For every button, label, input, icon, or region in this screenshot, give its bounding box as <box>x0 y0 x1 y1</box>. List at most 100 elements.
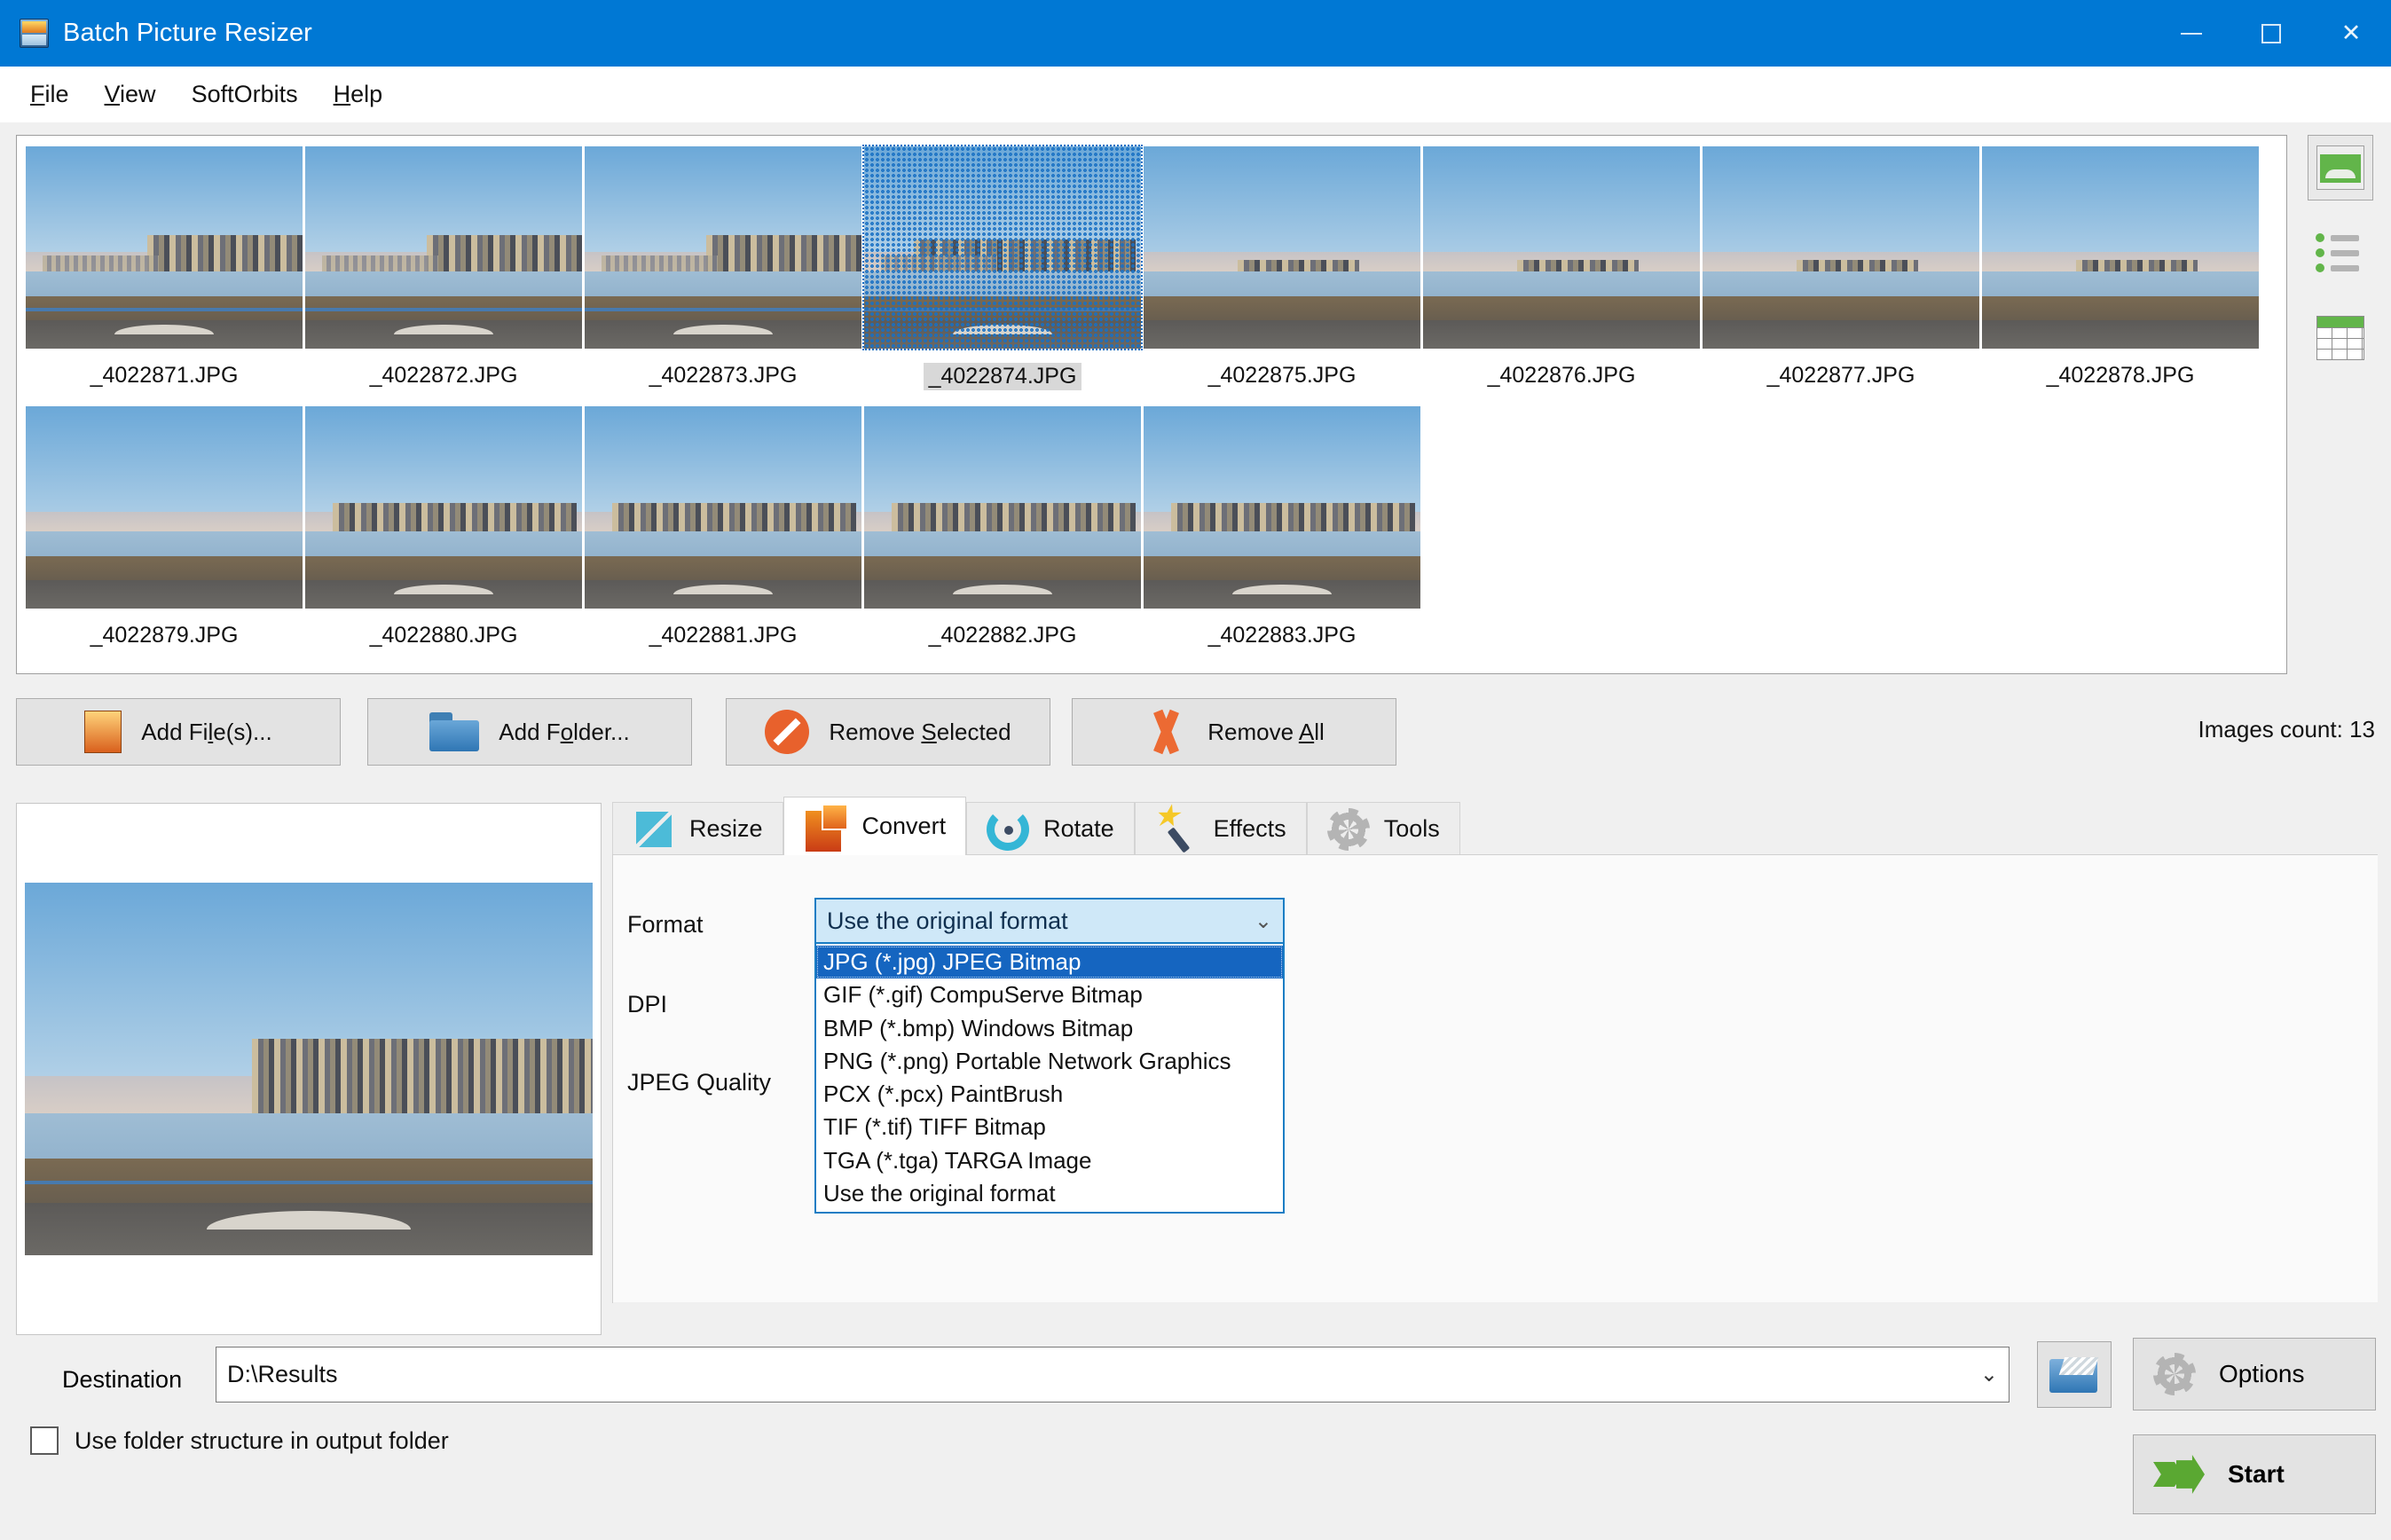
thumbnail-item[interactable]: _4022877.JPG <box>1703 146 1979 390</box>
dpi-label: DPI <box>627 991 668 1018</box>
menu-item-file[interactable]: File <box>12 75 87 114</box>
thumbnail-label: _4022872.JPG <box>369 363 518 388</box>
menu-bar: File View SoftOrbits Help <box>0 67 2391 122</box>
details-view-icon <box>2316 316 2364 360</box>
thumbnail-list-panel[interactable]: _4022871.JPG _4022872.JPG _4022873.JPG _… <box>16 135 2287 674</box>
tab-tools-label: Tools <box>1383 815 1440 842</box>
close-button[interactable]: ✕ <box>2311 0 2391 67</box>
thumbnail-item-selected[interactable]: _4022874.JPG <box>862 145 1143 390</box>
maximize-icon <box>2261 23 2281 43</box>
thumbnail-image <box>26 146 303 349</box>
cross-icon <box>1144 710 1188 754</box>
use-folder-structure-label: Use folder structure in output folder <box>75 1426 449 1454</box>
menu-item-view[interactable]: View <box>87 75 174 114</box>
thumbnail-label: _4022882.JPG <box>928 623 1077 648</box>
tab-rotate-label: Rotate <box>1043 815 1114 842</box>
thumbnail-item[interactable]: _4022875.JPG <box>1144 146 1420 390</box>
start-button[interactable]: Start <box>2133 1434 2376 1514</box>
thumbnail-item[interactable]: _4022883.JPG <box>1144 406 1420 648</box>
destination-label: Destination <box>62 1366 183 1393</box>
minimize-button[interactable] <box>2151 0 2231 67</box>
tab-convert[interactable]: Convert <box>783 797 967 855</box>
resize-icon <box>633 808 675 851</box>
dropdown-option-tga[interactable]: TGA (*.tga) TARGA Image <box>816 1144 1283 1177</box>
dropdown-option-bmp[interactable]: BMP (*.bmp) Windows Bitmap <box>816 1012 1283 1045</box>
thumbnail-item[interactable]: _4022879.JPG <box>26 406 303 648</box>
thumbnail-label: _4022877.JPG <box>1766 363 1915 388</box>
add-files-label: Add File(s)... <box>141 718 272 745</box>
view-mode-thumbnail-button[interactable] <box>2308 135 2373 200</box>
options-button[interactable]: Options <box>2133 1338 2376 1410</box>
file-action-buttons: Add File(s)... Add Folder... Remove Sele… <box>16 698 2376 766</box>
use-folder-structure-checkbox-row[interactable]: Use folder structure in output folder <box>30 1426 449 1455</box>
images-count-label: Images count: 13 <box>2198 716 2375 742</box>
thumbnail-item[interactable]: _4022876.JPG <box>1423 146 1700 390</box>
thumbnail-row-1: _4022871.JPG _4022872.JPG _4022873.JPG _… <box>26 145 2277 390</box>
picture-icon <box>84 711 122 753</box>
remove-all-button[interactable]: Remove All <box>1072 698 1396 766</box>
remove-all-label: Remove All <box>1207 718 1325 745</box>
thumbnail-item[interactable]: _4022880.JPG <box>305 406 582 648</box>
window-controls: ✕ <box>2151 0 2391 67</box>
format-dropdown-list[interactable]: JPG (*.jpg) JPEG Bitmap GIF (*.gif) Comp… <box>814 944 1285 1214</box>
tab-convert-label: Convert <box>861 813 947 839</box>
thumbnail-image <box>585 146 861 349</box>
dropdown-option-tif[interactable]: TIF (*.tif) TIFF Bitmap <box>816 1111 1283 1143</box>
dropdown-option-gif[interactable]: GIF (*.gif) CompuServe Bitmap <box>816 978 1283 1011</box>
prohibition-icon <box>765 710 810 754</box>
tab-rotate[interactable]: Rotate <box>966 802 1135 855</box>
tab-resize[interactable]: Resize <box>612 802 783 855</box>
destination-value: D:\Results <box>227 1361 338 1387</box>
thumbnail-item[interactable]: _4022872.JPG <box>305 146 582 390</box>
dropdown-option-png[interactable]: PNG (*.png) Portable Network Graphics <box>816 1045 1283 1078</box>
maximize-button[interactable] <box>2231 0 2311 67</box>
thumbnail-label: _4022883.JPG <box>1207 623 1357 648</box>
thumbnail-item[interactable]: _4022881.JPG <box>585 406 861 648</box>
view-mode-sidebar <box>2305 135 2376 401</box>
thumbnail-image <box>1144 406 1420 609</box>
tab-effects[interactable]: Effects <box>1134 798 1307 855</box>
remove-selected-button[interactable]: Remove Selected <box>726 698 1050 766</box>
start-arrow-icon <box>2153 1455 2205 1494</box>
format-combobox[interactable]: Use the original format ⌄ <box>814 898 1285 944</box>
thumbnail-image <box>862 145 1143 350</box>
thumbnail-label: _4022881.JPG <box>649 623 798 648</box>
thumbnail-image <box>585 406 861 609</box>
convert-icon <box>803 803 848 853</box>
checkbox-icon[interactable] <box>30 1426 59 1455</box>
add-folder-label: Add Folder... <box>499 718 630 745</box>
thumbnail-view-icon <box>2316 145 2364 190</box>
view-mode-list-button[interactable] <box>2308 220 2373 286</box>
menu-item-softorbits[interactable]: SoftOrbits <box>174 75 316 114</box>
title-bar: Batch Picture Resizer ✕ <box>0 0 2391 67</box>
thumbnail-item[interactable]: _4022882.JPG <box>864 406 1141 648</box>
chevron-down-icon: ⌄ <box>1979 1363 1998 1387</box>
dropdown-option-pcx[interactable]: PCX (*.pcx) PaintBrush <box>816 1078 1283 1111</box>
thumbnail-item[interactable]: _4022873.JPG <box>585 146 861 390</box>
thumbnail-image <box>1144 146 1420 349</box>
browse-folder-button[interactable] <box>2037 1341 2112 1408</box>
options-label: Options <box>2219 1360 2305 1387</box>
title-left-group: Batch Picture Resizer <box>0 19 312 48</box>
thumbnail-label: _4022875.JPG <box>1207 363 1357 388</box>
thumbnail-image <box>864 406 1141 609</box>
tab-resize-label: Resize <box>689 815 763 842</box>
menu-item-help[interactable]: Help <box>316 75 401 114</box>
add-files-button[interactable]: Add File(s)... <box>16 698 341 766</box>
selection-overlay <box>864 146 1141 349</box>
add-folder-button[interactable]: Add Folder... <box>367 698 692 766</box>
destination-combobox[interactable]: D:\Results ⌄ <box>216 1347 2010 1402</box>
thumbnail-item[interactable]: _4022878.JPG <box>1982 146 2259 390</box>
thumbnail-label: _4022873.JPG <box>649 363 798 388</box>
start-label: Start <box>2228 1460 2285 1488</box>
dropdown-option-original[interactable]: Use the original format <box>816 1177 1283 1210</box>
gear-icon <box>2153 1353 2196 1395</box>
app-logo-icon <box>20 19 49 48</box>
view-mode-details-button[interactable] <box>2308 305 2373 371</box>
format-label: Format <box>627 911 704 938</box>
thumbnail-item[interactable]: _4022871.JPG <box>26 146 303 390</box>
list-view-icon <box>2316 231 2365 275</box>
dropdown-option-jpg[interactable]: JPG (*.jpg) JPEG Bitmap <box>816 946 1283 979</box>
tab-tools[interactable]: Tools <box>1306 802 1460 855</box>
preview-image <box>25 883 593 1255</box>
